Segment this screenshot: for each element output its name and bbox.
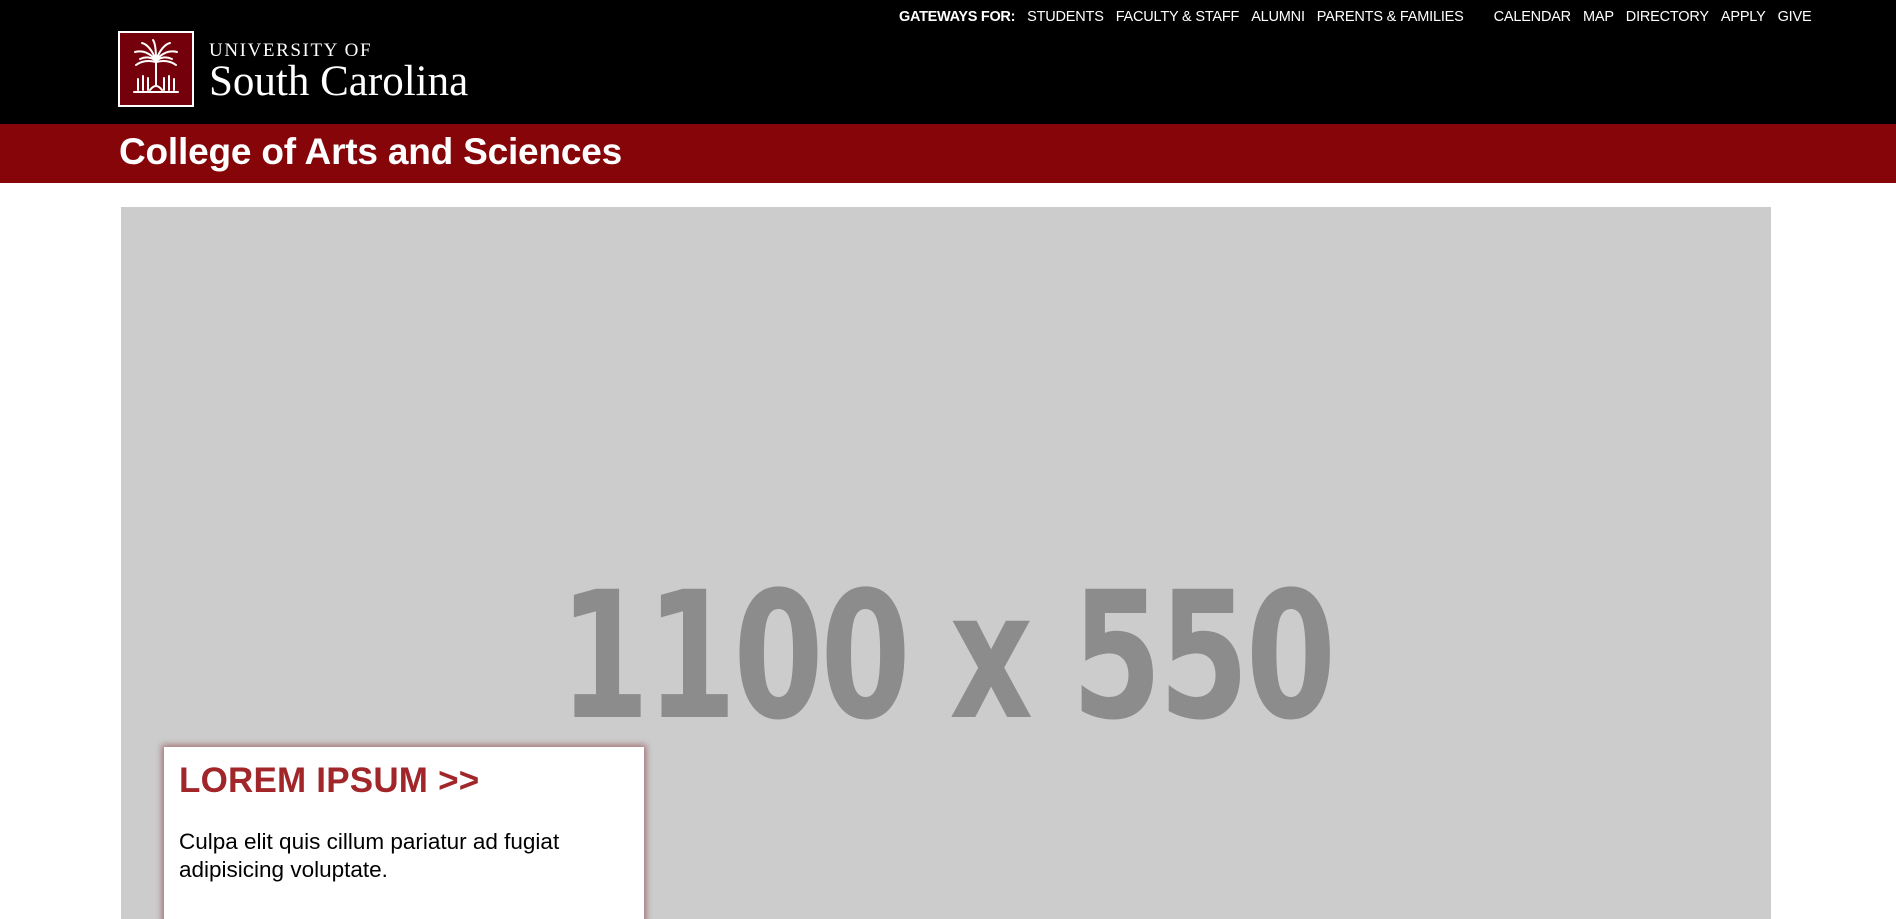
hero-feature-card: LOREM IPSUM >> Culpa elit quis cillum pa… xyxy=(164,747,644,919)
top-header-bar: UNIVERSITY OF South Carolina GATEWAYS FO… xyxy=(0,0,1896,124)
wordmark-line-2: South Carolina xyxy=(209,58,469,105)
utility-link-calendar[interactable]: CALENDAR xyxy=(1494,9,1572,25)
gateway-link-faculty-staff[interactable]: FACULTY & STAFF xyxy=(1116,9,1240,25)
hero-placeholder-dimensions: 1100 x 550 xyxy=(559,554,1336,759)
utility-link-map[interactable]: MAP xyxy=(1583,9,1614,25)
university-wordmark: UNIVERSITY OF South Carolina xyxy=(209,31,469,105)
gateway-link-students[interactable]: STUDENTS xyxy=(1027,9,1104,25)
utility-link-apply[interactable]: APPLY xyxy=(1721,9,1766,25)
hero-card-body: Culpa elit quis cillum pariatur ad fugia… xyxy=(179,829,560,882)
site-title-link[interactable]: College of Arts and Sciences xyxy=(119,131,622,173)
university-logo-link[interactable]: UNIVERSITY OF South Carolina xyxy=(118,31,468,107)
gateways-label: GATEWAYS FOR: xyxy=(899,9,1016,25)
gateway-link-parents-families[interactable]: PARENTS & FAMILIES xyxy=(1317,9,1464,25)
gateway-link-alumni[interactable]: ALUMNI xyxy=(1251,9,1305,25)
palmetto-tree-icon xyxy=(118,31,194,107)
utility-link-directory[interactable]: DIRECTORY xyxy=(1626,9,1709,25)
gateway-nav: GATEWAYS FOR: STUDENTS FACULTY & STAFF A… xyxy=(899,9,1812,25)
utility-link-give[interactable]: GIVE xyxy=(1778,9,1812,25)
hero-card-title-link[interactable]: LOREM IPSUM >> xyxy=(179,762,629,800)
